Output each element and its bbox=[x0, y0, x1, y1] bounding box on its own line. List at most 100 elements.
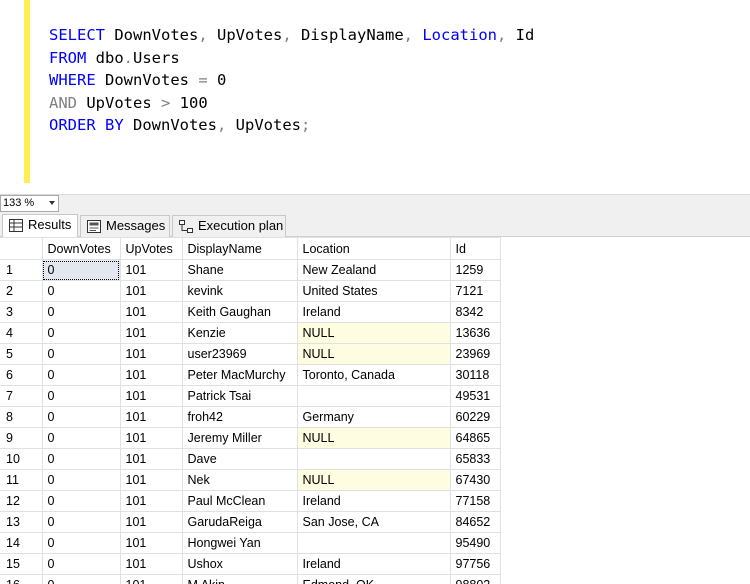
grid-cell[interactable]: NULL bbox=[297, 322, 451, 344]
grid-cell[interactable]: San Jose, CA bbox=[297, 511, 451, 533]
table-row[interactable]: 13 0 101 GarudaReiga San Jose, CA 84652 bbox=[0, 511, 501, 533]
grid-cell[interactable]: 0 bbox=[42, 259, 121, 281]
row-number[interactable]: 10 bbox=[0, 448, 43, 470]
grid-cell[interactable]: GarudaReiga bbox=[182, 511, 298, 533]
grid-cell[interactable]: 101 bbox=[120, 490, 183, 512]
table-row[interactable]: 160101M AkinEdmond, OK98802 bbox=[0, 574, 501, 584]
grid-cell[interactable]: 101 bbox=[120, 532, 183, 554]
tab-execution-plan[interactable]: Execution plan bbox=[172, 215, 286, 237]
row-number[interactable]: 1 bbox=[0, 259, 43, 281]
column-header[interactable]: UpVotes bbox=[120, 237, 183, 260]
grid-cell[interactable]: M Akin bbox=[182, 574, 298, 584]
table-row[interactable]: 1 0 101 Shane New Zealand 1259 bbox=[0, 259, 501, 281]
sql-code[interactable]: SELECT DownVotes, UpVotes, DisplayName, … bbox=[49, 24, 534, 137]
grid-cell[interactable]: New Zealand bbox=[297, 259, 451, 281]
grid-cell[interactable]: 0 bbox=[42, 448, 121, 470]
grid-cell[interactable]: 101 bbox=[120, 385, 183, 407]
grid-cell[interactable]: Ireland bbox=[297, 490, 451, 512]
row-number-header[interactable] bbox=[0, 237, 43, 260]
table-row[interactable]: 15 0 101 Ushox Ireland 97756 bbox=[0, 553, 501, 575]
grid-cell[interactable]: Hongwei Yan bbox=[182, 532, 298, 554]
row-number[interactable]: 16 bbox=[0, 574, 43, 584]
row-number[interactable]: 15 bbox=[0, 553, 43, 575]
grid-cell[interactable]: 77158 bbox=[450, 490, 501, 512]
column-header[interactable]: DisplayName bbox=[182, 237, 298, 260]
grid-cell[interactable]: 101 bbox=[120, 301, 183, 323]
grid-cell[interactable]: 0 bbox=[42, 574, 121, 584]
grid-cell[interactable]: 49531 bbox=[450, 385, 501, 407]
grid-cell[interactable]: 67430 bbox=[450, 469, 501, 491]
grid-cell[interactable]: 84652 bbox=[450, 511, 501, 533]
table-row[interactable]: 5 0 101 user23969 NULL 23969 bbox=[0, 343, 501, 365]
table-row[interactable]: 8 0 101 froh42 Germany 60229 bbox=[0, 406, 501, 428]
table-row[interactable]: 11 0 101 Nek NULL 67430 bbox=[0, 469, 501, 491]
grid-cell[interactable]: 0 bbox=[42, 322, 121, 344]
grid-cell[interactable]: 65833 bbox=[450, 448, 501, 470]
grid-cell[interactable]: Edmond, OK bbox=[297, 574, 451, 584]
grid-cell[interactable]: 95490 bbox=[450, 532, 501, 554]
table-row[interactable]: 4 0 101 Kenzie NULL 13636 bbox=[0, 322, 501, 344]
grid-cell[interactable]: 64865 bbox=[450, 427, 501, 449]
row-number[interactable]: 6 bbox=[0, 364, 43, 386]
column-header[interactable]: Location bbox=[297, 237, 451, 260]
grid-cell[interactable]: 101 bbox=[120, 259, 183, 281]
grid-cell[interactable]: 0 bbox=[42, 343, 121, 365]
grid-cell[interactable]: froh42 bbox=[182, 406, 298, 428]
grid-cell[interactable]: 101 bbox=[120, 511, 183, 533]
row-number[interactable]: 3 bbox=[0, 301, 43, 323]
tab-messages[interactable]: Messages bbox=[80, 215, 170, 237]
grid-cell[interactable] bbox=[297, 385, 451, 407]
column-header[interactable]: DownVotes bbox=[42, 237, 121, 260]
grid-cell[interactable]: 60229 bbox=[450, 406, 501, 428]
grid-cell[interactable]: 101 bbox=[120, 322, 183, 344]
grid-cell[interactable]: Shane bbox=[182, 259, 298, 281]
grid-cell[interactable]: 0 bbox=[42, 511, 121, 533]
grid-cell[interactable]: 0 bbox=[42, 469, 121, 491]
grid-cell[interactable]: 0 bbox=[42, 364, 121, 386]
grid-cell[interactable]: user23969 bbox=[182, 343, 298, 365]
grid-cell[interactable]: 23969 bbox=[450, 343, 501, 365]
row-number[interactable]: 13 bbox=[0, 511, 43, 533]
grid-cell[interactable]: 1259 bbox=[450, 259, 501, 281]
row-number[interactable]: 11 bbox=[0, 469, 43, 491]
results-grid[interactable]: DownVotes UpVotes DisplayName Location Id 10… bbox=[0, 237, 750, 584]
sql-line[interactable]: FROM dbo.Users bbox=[49, 47, 534, 70]
grid-cell[interactable]: Ireland bbox=[297, 553, 451, 575]
grid-cell[interactable]: 0 bbox=[42, 280, 121, 302]
row-number[interactable]: 5 bbox=[0, 343, 43, 365]
grid-cell[interactable]: Kenzie bbox=[182, 322, 298, 344]
grid-cell[interactable]: NULL bbox=[297, 427, 451, 449]
table-row[interactable]: 6 0 101 Peter MacMurchy Toronto, Canada 30118 bbox=[0, 364, 501, 386]
row-number[interactable]: 4 bbox=[0, 322, 43, 344]
grid-cell[interactable]: Jeremy Miller bbox=[182, 427, 298, 449]
grid-cell[interactable]: Peter MacMurchy bbox=[182, 364, 298, 386]
column-header[interactable]: Id bbox=[450, 237, 501, 260]
grid-cell[interactable]: 0 bbox=[42, 532, 121, 554]
grid-cell[interactable]: 8342 bbox=[450, 301, 501, 323]
grid-cell[interactable]: 101 bbox=[120, 343, 183, 365]
grid-cell[interactable]: 0 bbox=[42, 490, 121, 512]
grid-cell[interactable]: Toronto, Canada bbox=[297, 364, 451, 386]
grid-cell[interactable]: 101 bbox=[120, 469, 183, 491]
table-row[interactable]: 10 0 101 Dave 65833 bbox=[0, 448, 501, 470]
grid-cell[interactable]: Germany bbox=[297, 406, 451, 428]
sql-line[interactable]: SELECT DownVotes, UpVotes, DisplayName, … bbox=[49, 24, 534, 47]
grid-cell[interactable]: NULL bbox=[297, 343, 451, 365]
grid-cell[interactable]: United States bbox=[297, 280, 451, 302]
grid-cell[interactable]: 0 bbox=[42, 427, 121, 449]
sql-line[interactable]: ORDER BY DownVotes, UpVotes; bbox=[49, 114, 534, 137]
zoom-dropdown[interactable]: 133 % bbox=[0, 195, 59, 212]
chevron-down-icon[interactable] bbox=[49, 201, 55, 205]
grid-cell[interactable]: 101 bbox=[120, 427, 183, 449]
table-row[interactable]: 9 0 101 Jeremy Miller NULL 64865 bbox=[0, 427, 501, 449]
sql-line[interactable]: AND UpVotes > 100 bbox=[49, 92, 534, 115]
grid-cell[interactable]: 0 bbox=[42, 406, 121, 428]
grid-cell[interactable]: Dave bbox=[182, 448, 298, 470]
grid-cell[interactable]: Paul McClean bbox=[182, 490, 298, 512]
grid-cell[interactable]: 101 bbox=[120, 280, 183, 302]
row-number[interactable]: 2 bbox=[0, 280, 43, 302]
grid-cell[interactable]: kevink bbox=[182, 280, 298, 302]
grid-cell[interactable]: Ushox bbox=[182, 553, 298, 575]
table-row[interactable]: 7 0 101 Patrick Tsai 49531 bbox=[0, 385, 501, 407]
row-number[interactable]: 9 bbox=[0, 427, 43, 449]
